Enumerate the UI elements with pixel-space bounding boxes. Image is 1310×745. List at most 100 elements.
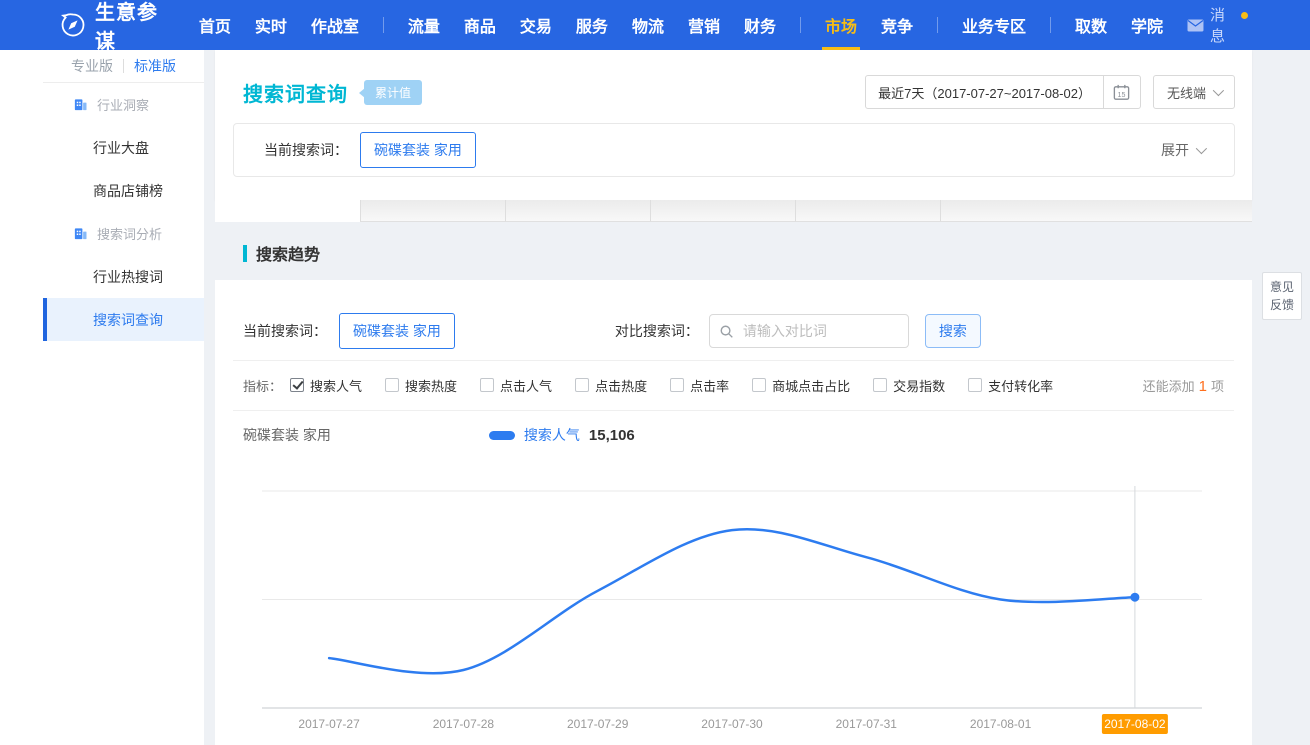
feedback-button[interactable]: 意见 反馈 [1262, 272, 1302, 320]
app-logo[interactable]: 生意参谋 [60, 0, 179, 54]
messages-button[interactable]: 消息 [1187, 4, 1240, 46]
sidebar-item-搜索词分析[interactable]: 搜索词分析 [43, 212, 204, 255]
indicator-label: 点击人气 [500, 376, 552, 395]
nav-item-交易[interactable]: 交易 [520, 0, 552, 50]
indicator-checkbox-商城点击占比[interactable]: 商城点击占比 [752, 376, 850, 395]
terminal-select[interactable]: 无线端 [1153, 75, 1235, 109]
version-pro[interactable]: 专业版 [71, 56, 113, 76]
checkbox-icon[interactable] [752, 378, 766, 392]
top-nav: 生意参谋 首页实时作战室流量商品交易服务物流营销财务市场竞争业务专区取数学院 消… [0, 0, 1310, 50]
nav-item-市场[interactable]: 市场 [825, 0, 857, 50]
nav-item-取数[interactable]: 取数 [1075, 0, 1107, 50]
nav-item-作战室[interactable]: 作战室 [311, 0, 359, 50]
feedback-line2: 反馈 [1270, 296, 1294, 314]
sidebar-item-商品店铺榜[interactable]: 商品店铺榜 [43, 169, 204, 212]
remain-prefix: 还能添加 [1143, 379, 1195, 394]
nav-item-竞争[interactable]: 竞争 [881, 0, 913, 50]
trend-line-chart: 2017-07-272017-07-282017-07-292017-07-30… [215, 480, 1252, 745]
nav-item-业务专区[interactable]: 业务专区 [962, 0, 1026, 50]
nav-item-学院[interactable]: 学院 [1131, 0, 1163, 50]
svg-text:15: 15 [1118, 90, 1126, 98]
indicator-checkbox-支付转化率[interactable]: 支付转化率 [968, 376, 1053, 395]
tab-3[interactable] [505, 200, 650, 222]
expand-label: 展开 [1161, 140, 1189, 160]
indicator-checkbox-点击热度[interactable]: 点击热度 [575, 376, 647, 395]
x-axis-label: 2017-08-01 [970, 717, 1032, 731]
legend-metric-name: 搜索人气 [524, 425, 580, 445]
nav-item-服务[interactable]: 服务 [576, 0, 608, 50]
checkbox-icon[interactable] [968, 378, 982, 392]
tab-2[interactable] [360, 200, 505, 222]
nav-divider [937, 17, 938, 33]
remain-count: 1 [1199, 378, 1207, 395]
tab-1[interactable] [215, 200, 360, 222]
calendar-icon: 15 [1112, 83, 1131, 102]
current-term-bar: 当前搜索词： 碗碟套装 家用 展开 [233, 123, 1235, 177]
terminal-value: 无线端 [1167, 83, 1206, 102]
sidebar-section-label: 搜索词分析 [97, 224, 162, 243]
nav-item-首页[interactable]: 首页 [199, 0, 231, 50]
sidebar-item-行业大盘[interactable]: 行业大盘 [43, 126, 204, 169]
nav-item-物流[interactable]: 物流 [632, 0, 664, 50]
sidebar-item-行业热搜词[interactable]: 行业热搜词 [43, 255, 204, 298]
checkbox-checked-icon[interactable] [290, 378, 304, 392]
sidebar-section-label: 行业洞察 [97, 95, 149, 114]
indicator-checkbox-搜索热度[interactable]: 搜索热度 [385, 376, 457, 395]
nav-item-实时[interactable]: 实时 [255, 0, 287, 50]
checkbox-icon[interactable] [385, 378, 399, 392]
sidebar-item-搜索词查询[interactable]: 搜索词查询 [43, 298, 204, 341]
checkbox-icon[interactable] [575, 378, 589, 392]
nav-divider [1050, 17, 1051, 33]
feedback-line1: 意见 [1270, 278, 1294, 296]
nav-item-财务[interactable]: 财务 [744, 0, 776, 50]
nav-item-流量[interactable]: 流量 [408, 0, 440, 50]
legend-item-search-popularity[interactable]: 搜索人气 15,106 [489, 425, 635, 445]
indicator-checkbox-搜索人气[interactable]: 搜索人气 [290, 376, 362, 395]
section-title: 搜索趋势 [243, 241, 320, 265]
indicators-label: 指标： [243, 376, 282, 395]
search-trend-card: 当前搜索词： 碗碟套装 家用 对比搜索词： 搜索 指标： 搜索人气搜索热度点击人… [215, 280, 1252, 745]
trend-chart-area[interactable]: 2017-07-272017-07-282017-07-292017-07-30… [215, 480, 1252, 745]
page-title: 搜索词查询 [243, 78, 348, 107]
sycm-search-term-query-page: 生意参谋 首页实时作战室 流量商品交易服务物流营销财务市场竞争业务专区取数学院 消… [0, 0, 1310, 745]
indicator-label: 点击热度 [595, 376, 647, 395]
compass-icon [60, 12, 86, 38]
version-standard[interactable]: 标准版 [134, 56, 176, 76]
current-point-dot[interactable] [1130, 593, 1139, 602]
current-term-chip[interactable]: 碗碟套装 家用 [360, 132, 476, 168]
indicator-label: 商城点击占比 [772, 376, 850, 395]
compare-term-input[interactable] [741, 322, 900, 340]
nav-divider [800, 17, 801, 33]
section-title-text: 搜索趋势 [256, 241, 320, 265]
metric-tab-strip [215, 200, 1252, 222]
tab-5[interactable] [795, 200, 940, 222]
indicator-checkbox-点击率[interactable]: 点击率 [670, 376, 729, 395]
version-switcher: 专业版 标准版 [43, 50, 204, 83]
trend-current-term-chip[interactable]: 碗碟套装 家用 [339, 313, 455, 349]
chevron-down-icon [1213, 85, 1224, 96]
legend-row: 碗碟套装 家用 搜索人气 15,106 [243, 420, 1224, 450]
tab-6[interactable] [940, 200, 1252, 222]
calendar-cell[interactable]: 15 [1103, 76, 1140, 108]
search-button[interactable]: 搜索 [925, 314, 981, 348]
series-line-search-popularity [329, 529, 1135, 673]
building-icon [73, 97, 88, 112]
checkbox-icon[interactable] [480, 378, 494, 392]
nav-item-营销[interactable]: 营销 [688, 0, 720, 50]
sidebar-item-行业洞察[interactable]: 行业洞察 [43, 83, 204, 126]
sidebar: 专业版 标准版 行业洞察行业大盘商品店铺榜搜索词分析行业热搜词搜索词查询 [43, 50, 204, 745]
date-range-picker[interactable]: 最近7天（2017-07-27~2017-08-02） 15 [865, 75, 1141, 109]
x-axis-label: 2017-07-27 [298, 717, 360, 731]
building-icon [73, 226, 88, 241]
indicator-label: 搜索热度 [405, 376, 457, 395]
nav-item-商品[interactable]: 商品 [464, 0, 496, 50]
indicator-checkbox-点击人气[interactable]: 点击人气 [480, 376, 552, 395]
chevron-down-icon [1196, 143, 1207, 154]
expand-button[interactable]: 展开 [1161, 140, 1204, 160]
checkbox-icon[interactable] [670, 378, 684, 392]
indicator-checkbox-交易指数[interactable]: 交易指数 [873, 376, 945, 395]
indicator-label: 点击率 [690, 376, 729, 395]
checkbox-icon[interactable] [873, 378, 887, 392]
divider [233, 410, 1234, 411]
tab-4[interactable] [650, 200, 795, 222]
